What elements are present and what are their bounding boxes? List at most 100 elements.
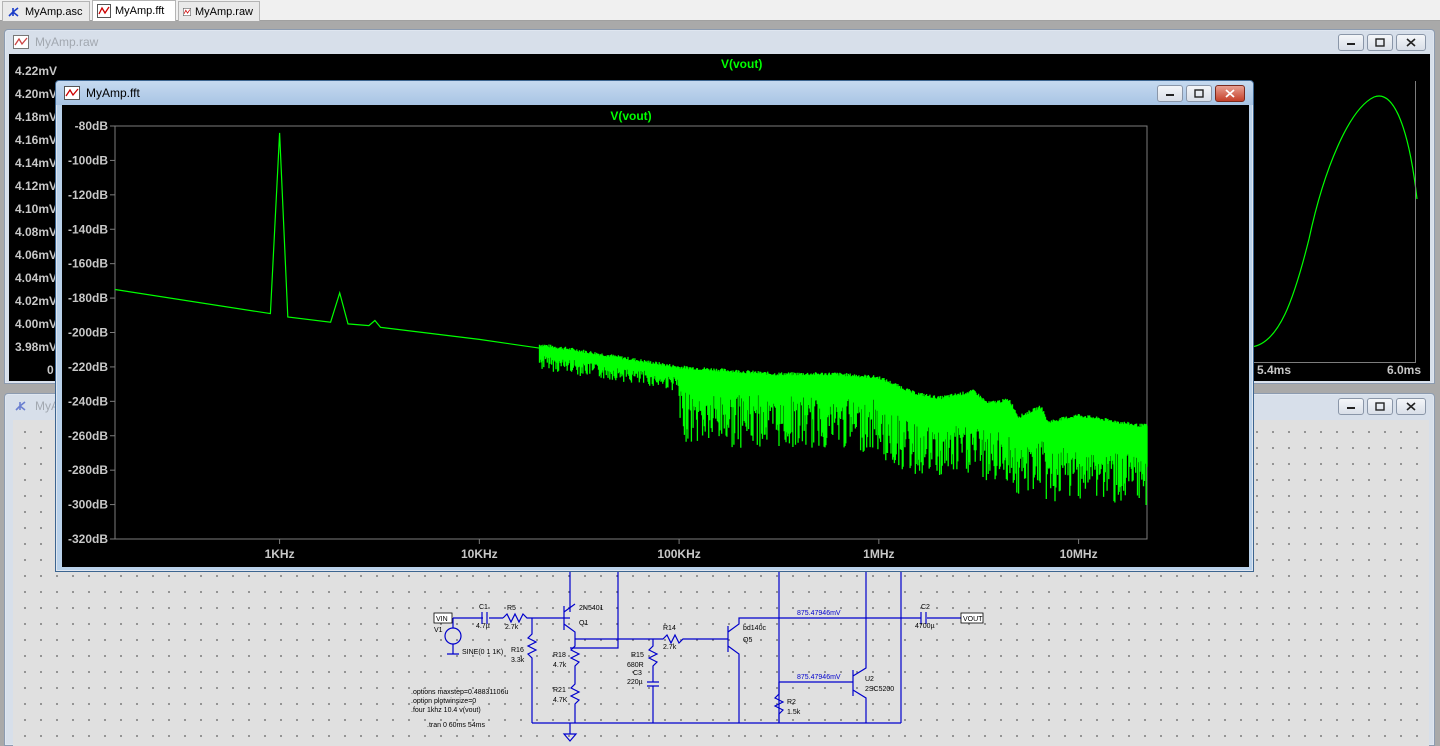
restore-icon (1375, 402, 1385, 411)
minimize-icon (1347, 42, 1355, 45)
r5-value: 2.7k (505, 624, 519, 631)
r14-ref: R14 (663, 625, 676, 632)
schematic-icon (8, 6, 19, 17)
waveform-icon (64, 86, 80, 100)
raw-y-tick: 4.06mV (15, 248, 58, 262)
y-tick-label: -260dB (68, 429, 108, 443)
minimize-button[interactable] (1338, 398, 1364, 415)
y-tick-label: -180dB (68, 291, 108, 305)
close-button[interactable] (1215, 85, 1245, 102)
spice-directive[interactable]: .options maxstep=0.48831106u (411, 689, 508, 696)
raw-window-titlebar[interactable]: MyAmp.raw (5, 30, 1434, 54)
y-tick-label: -300dB (68, 498, 108, 512)
ltspice-workspace: MyAmp.asc MyAmp.fft MyAmp.raw MyAmp.raw (0, 0, 1440, 746)
fft-trace (114, 132, 1139, 430)
c2-ref: C2 (921, 604, 930, 611)
raw-plot-border (1249, 362, 1416, 363)
tab-myamp-fft[interactable]: MyAmp.fft (92, 0, 176, 21)
close-icon (1225, 89, 1235, 98)
chart-title[interactable]: V(vout) (610, 109, 651, 123)
vin-label: VIN (436, 616, 448, 623)
x-tick-label: 1MHz (863, 547, 894, 561)
c2-value: 4700µ (915, 623, 935, 630)
document-tab-strip: MyAmp.asc MyAmp.fft MyAmp.raw (0, 0, 1440, 21)
minimize-button[interactable] (1157, 85, 1183, 102)
spice-directive[interactable]: .four 1khz 10.4 v(vout) (411, 707, 481, 714)
v1-ref: V1 (434, 627, 443, 634)
c1-ref: C1 (479, 604, 488, 611)
restore-icon (1194, 89, 1204, 98)
waveform-icon (183, 7, 191, 16)
raw-x-tick: 0 (47, 363, 54, 377)
waveform-icon (13, 35, 29, 49)
fft-window-titlebar[interactable]: MyAmp.fft (56, 81, 1253, 105)
restore-icon (1375, 38, 1385, 47)
close-icon (1406, 38, 1416, 47)
u2-model: 2SC5200 (865, 686, 894, 693)
restore-button[interactable] (1186, 85, 1212, 102)
minimize-button[interactable] (1338, 34, 1364, 51)
x-tick-label: 10KHz (461, 547, 498, 561)
c3-ref: C3 (633, 670, 642, 677)
close-icon (1406, 402, 1416, 411)
restore-button[interactable] (1367, 34, 1393, 51)
v1-value: SINE(0 1 1K) (462, 649, 503, 656)
vout-label: VOUT (963, 616, 983, 623)
schematic-icon (15, 401, 26, 411)
y-tick-label: -280dB (68, 463, 108, 477)
close-button[interactable] (1396, 398, 1426, 415)
y-tick-label: -200dB (68, 326, 108, 340)
y-tick-label: -220dB (68, 360, 108, 374)
raw-y-tick: 4.14mV (15, 156, 58, 170)
r2-ref: R2 (787, 699, 796, 706)
r15-ref: R15 (631, 652, 644, 659)
window-title: MyAmp.raw (35, 35, 99, 49)
minimize-icon (1166, 93, 1174, 96)
spice-directive[interactable]: .tran 0 60ms 54ms (427, 722, 485, 729)
r16-ref: R16 (511, 647, 524, 654)
r2-value: 1.5k (787, 709, 801, 716)
r16-value: 3.3k (511, 657, 525, 664)
fft-window[interactable]: MyAmp.fft V(vout) -80dB -100dB -120dB -140d… (55, 80, 1254, 572)
y-tick-label: -120dB (68, 188, 108, 202)
raw-y-tick: 4.00mV (15, 317, 58, 331)
raw-y-tick: 4.08mV (15, 225, 58, 239)
raw-y-tick: 4.04mV (15, 271, 58, 285)
r18-ref: R18 (553, 652, 566, 659)
spice-directive[interactable]: .option plotwinsize=0 (411, 698, 476, 705)
y-tick-label: -100dB (68, 153, 108, 167)
y-tick-label: -80dB (75, 119, 109, 133)
close-button[interactable] (1396, 34, 1426, 51)
raw-y-tick: 4.20mV (15, 87, 58, 101)
minimize-icon (1347, 406, 1355, 409)
r15-value: 680R (627, 662, 644, 669)
q5-ref: Q5 (743, 637, 752, 644)
q1-ref: Q1 (579, 620, 588, 627)
raw-trace (1249, 89, 1418, 371)
tab-myamp-asc[interactable]: MyAmp.asc (2, 1, 90, 21)
tab-label: MyAmp.raw (194, 5, 253, 18)
window-title: MyAmp.fft (86, 86, 140, 100)
trace-label[interactable]: V(vout) (721, 57, 762, 71)
node-voltage-label: 875.47946mV (797, 674, 841, 681)
u2-ref: U2 (865, 676, 874, 683)
node-voltage-label: 875.47946mV (797, 610, 841, 617)
y-tick-label: -160dB (68, 257, 108, 271)
fft-chart[interactable]: V(vout) -80dB -100dB -120dB -140dB -160dB -18… (62, 105, 1249, 567)
x-tick-label: 100KHz (657, 547, 700, 561)
waveform-icon (97, 4, 111, 18)
tab-myamp-raw[interactable]: MyAmp.raw (178, 1, 260, 21)
y-tick-label: -320dB (68, 532, 108, 546)
plot-frame (114, 125, 1148, 540)
y-tick-label: -140dB (68, 222, 108, 236)
r18-value: 4.7k (553, 662, 567, 669)
c1-value: 4.7µ (476, 623, 490, 630)
raw-y-tick: 3.98mV (15, 340, 58, 354)
r21-ref: R21 (553, 687, 566, 694)
r21-value: 4.7K (553, 697, 568, 704)
raw-y-tick: 4.16mV (15, 133, 58, 147)
fft-plot-pane[interactable]: V(vout) -80dB -100dB -120dB -140dB -160dB -18… (62, 105, 1249, 567)
x-tick-label: 10MHz (1060, 547, 1098, 561)
raw-plot-border (1415, 81, 1416, 362)
restore-button[interactable] (1367, 398, 1393, 415)
